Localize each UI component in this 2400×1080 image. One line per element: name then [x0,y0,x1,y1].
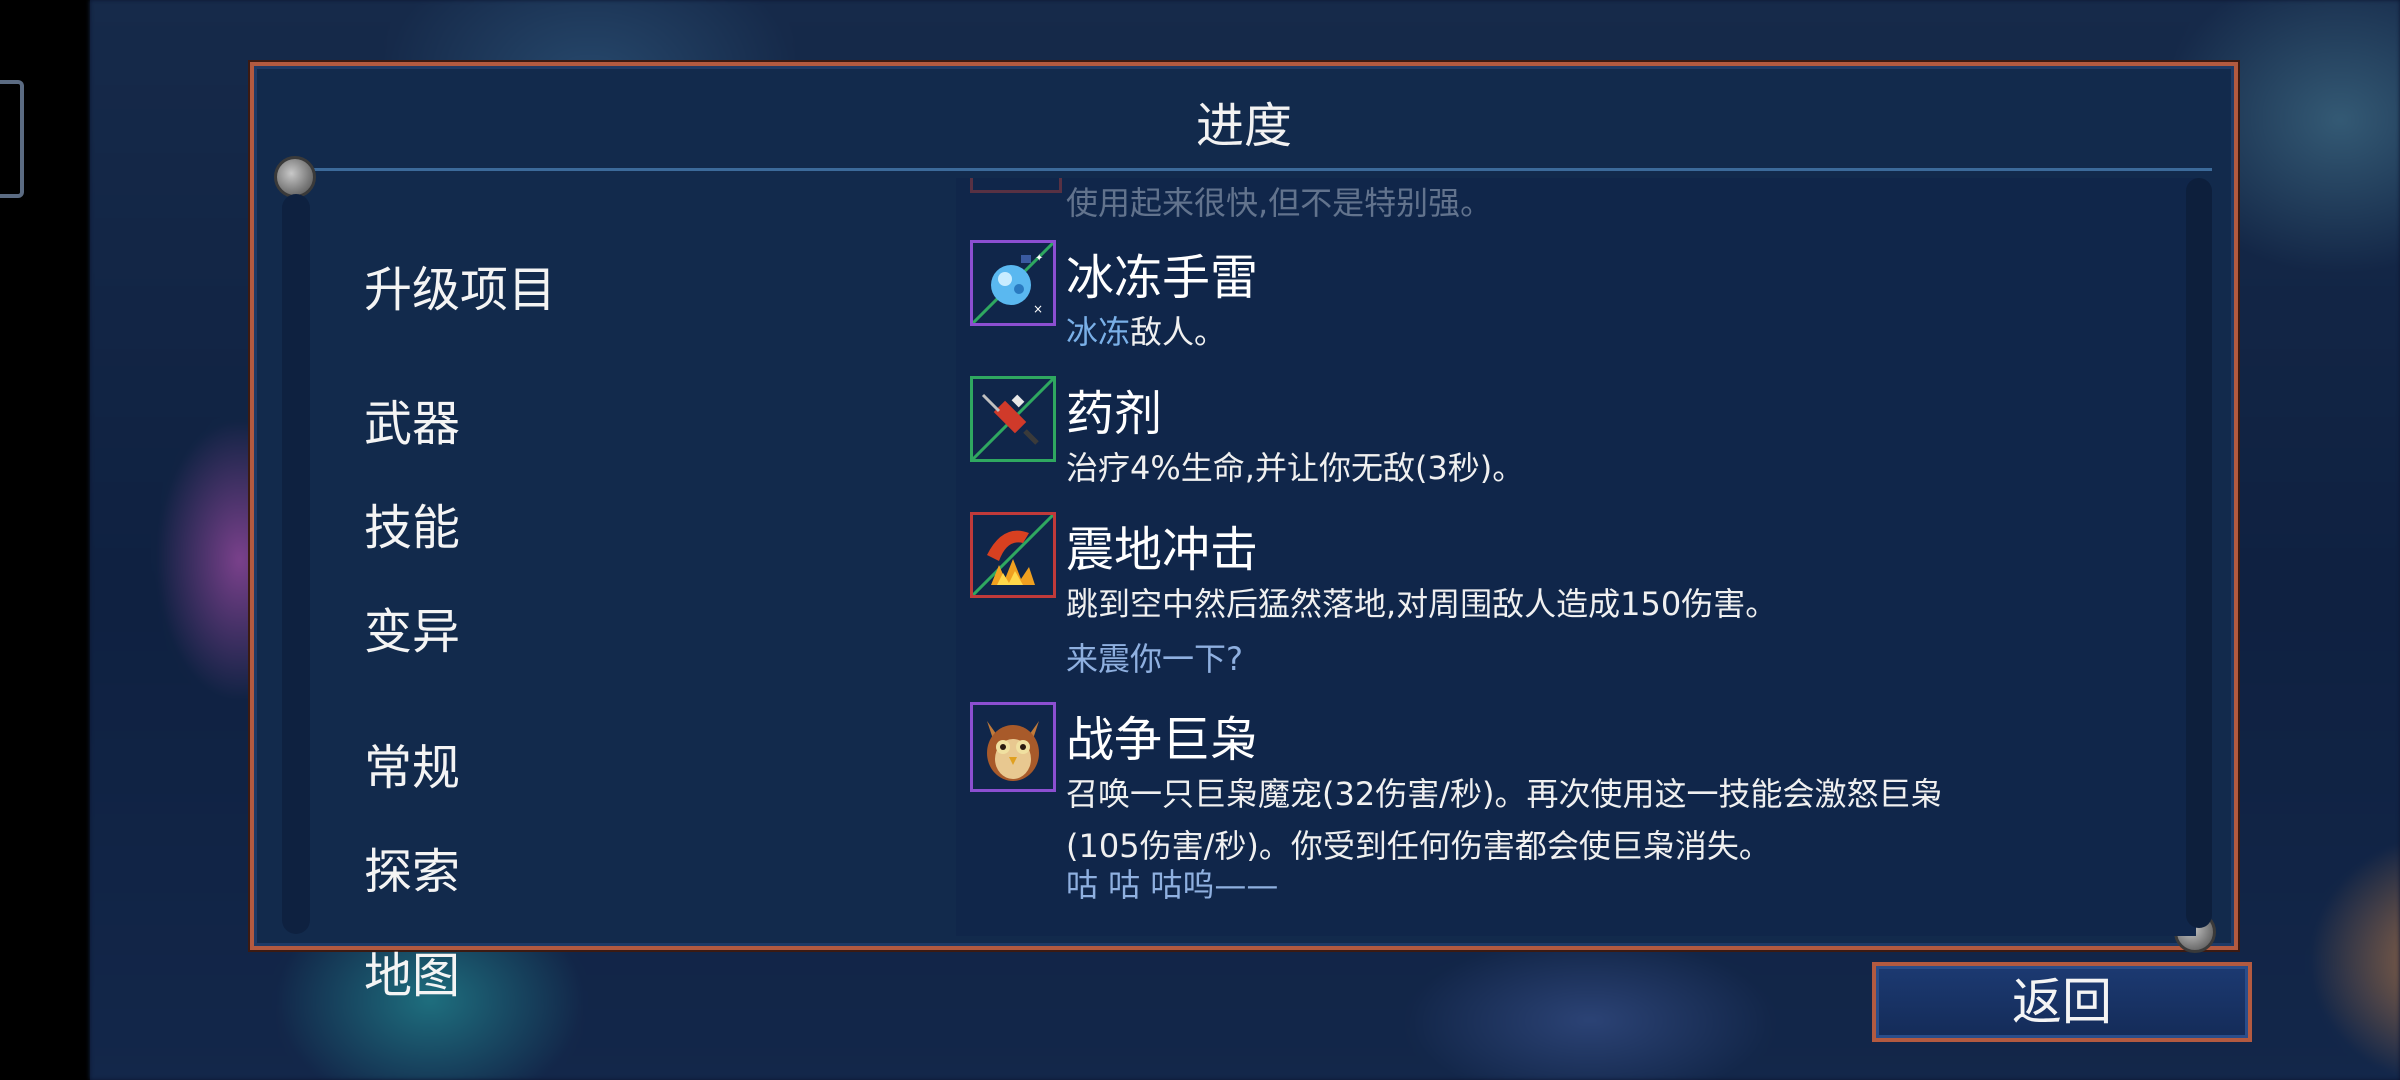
rivet-icon [274,156,316,198]
title-divider [302,168,2212,171]
back-button[interactable]: 返回 [1872,962,2252,1042]
nav-item-mutations[interactable]: 变异 [364,592,460,662]
game-screen: 进度 升级项目 武器 技能 变异 常规 探索 地图 使用起来很快,但不是特别强。… [0,0,2400,1080]
owl-icon [970,702,1056,792]
item-desc: 治疗4%生命,并让你无敌(3秒)。 [1066,449,1525,487]
category-nav: 升级项目 武器 技能 变异 常规 探索 地图 [324,176,944,1004]
svg-text:×: × [1033,302,1043,316]
nav-item-label: 地图 [364,948,461,1004]
nav-item-label: 探索 [364,844,461,900]
nav-item-exploration[interactable]: 探索 [364,832,460,902]
item-desc: 冰冻敌人。 [1066,306,2166,358]
item-desc-text: 敌人。 [1130,313,1227,351]
item-desc-line: 召唤一只巨枭魔宠(32伤害/秒)。再次使用这一技能会激怒巨枭 [1066,775,1943,813]
nav-item-label: 技能 [364,500,461,556]
nav-item-general[interactable]: 常规 [364,728,460,798]
nav-item-label: 升级项目 [364,262,557,318]
ground-slam-icon [970,512,1056,598]
screen-edge-bar [0,0,90,1080]
item-quote: 咕 咕 咕呜—— [1066,866,1279,904]
previous-item-desc: 使用起来很快,但不是特别强。 [1066,184,1493,222]
item-quote: 来震你一下? [1066,640,1243,678]
hexagon-icon [0,80,24,198]
nav-item-weapons[interactable]: 武器 [364,384,460,454]
nav-item-upgrades[interactable]: 升级项目 [364,250,556,320]
nav-item-label: 武器 [364,396,461,452]
nav-item-label: 变异 [364,604,461,660]
nav-item-label: 常规 [364,740,461,796]
item-name: 冰冻手雷 [1066,250,1259,306]
keyword-highlight: 冰冻 [1066,313,1131,351]
content-scrollbar[interactable] [2186,178,2212,928]
previous-item-icon-edge [970,178,1062,193]
nav-scrollbar[interactable] [282,194,310,934]
nav-item-map[interactable]: 地图 [364,936,460,1006]
svg-text:✦: ✦ [1035,253,1043,264]
item-desc: 跳到空中然后猛然落地,对周围敌人造成150伤害。 [1066,585,1778,623]
skills-list[interactable]: 使用起来很快,但不是特别强。 × ✦ 冰冻手雷 冰冻敌人。 药剂 治疗4%生命,… [956,178,2196,936]
item-name: 震地冲击 [1066,522,1259,578]
ice-grenade-icon: × ✦ [970,240,1056,326]
item-name: 战争巨枭 [1066,712,1259,768]
nav-item-skills[interactable]: 技能 [350,488,810,558]
syringe-icon [970,376,1056,462]
progress-panel: 进度 升级项目 武器 技能 变异 常规 探索 地图 使用起来很快,但不是特别强。… [250,62,2238,1004]
panel-title: 进度 [1195,98,1292,154]
item-desc: 召唤一只巨枭魔宠(32伤害/秒)。再次使用这一技能会激怒巨枭 (105伤害/秒)。… [1066,768,2166,872]
item-name: 药剂 [1066,386,1163,442]
